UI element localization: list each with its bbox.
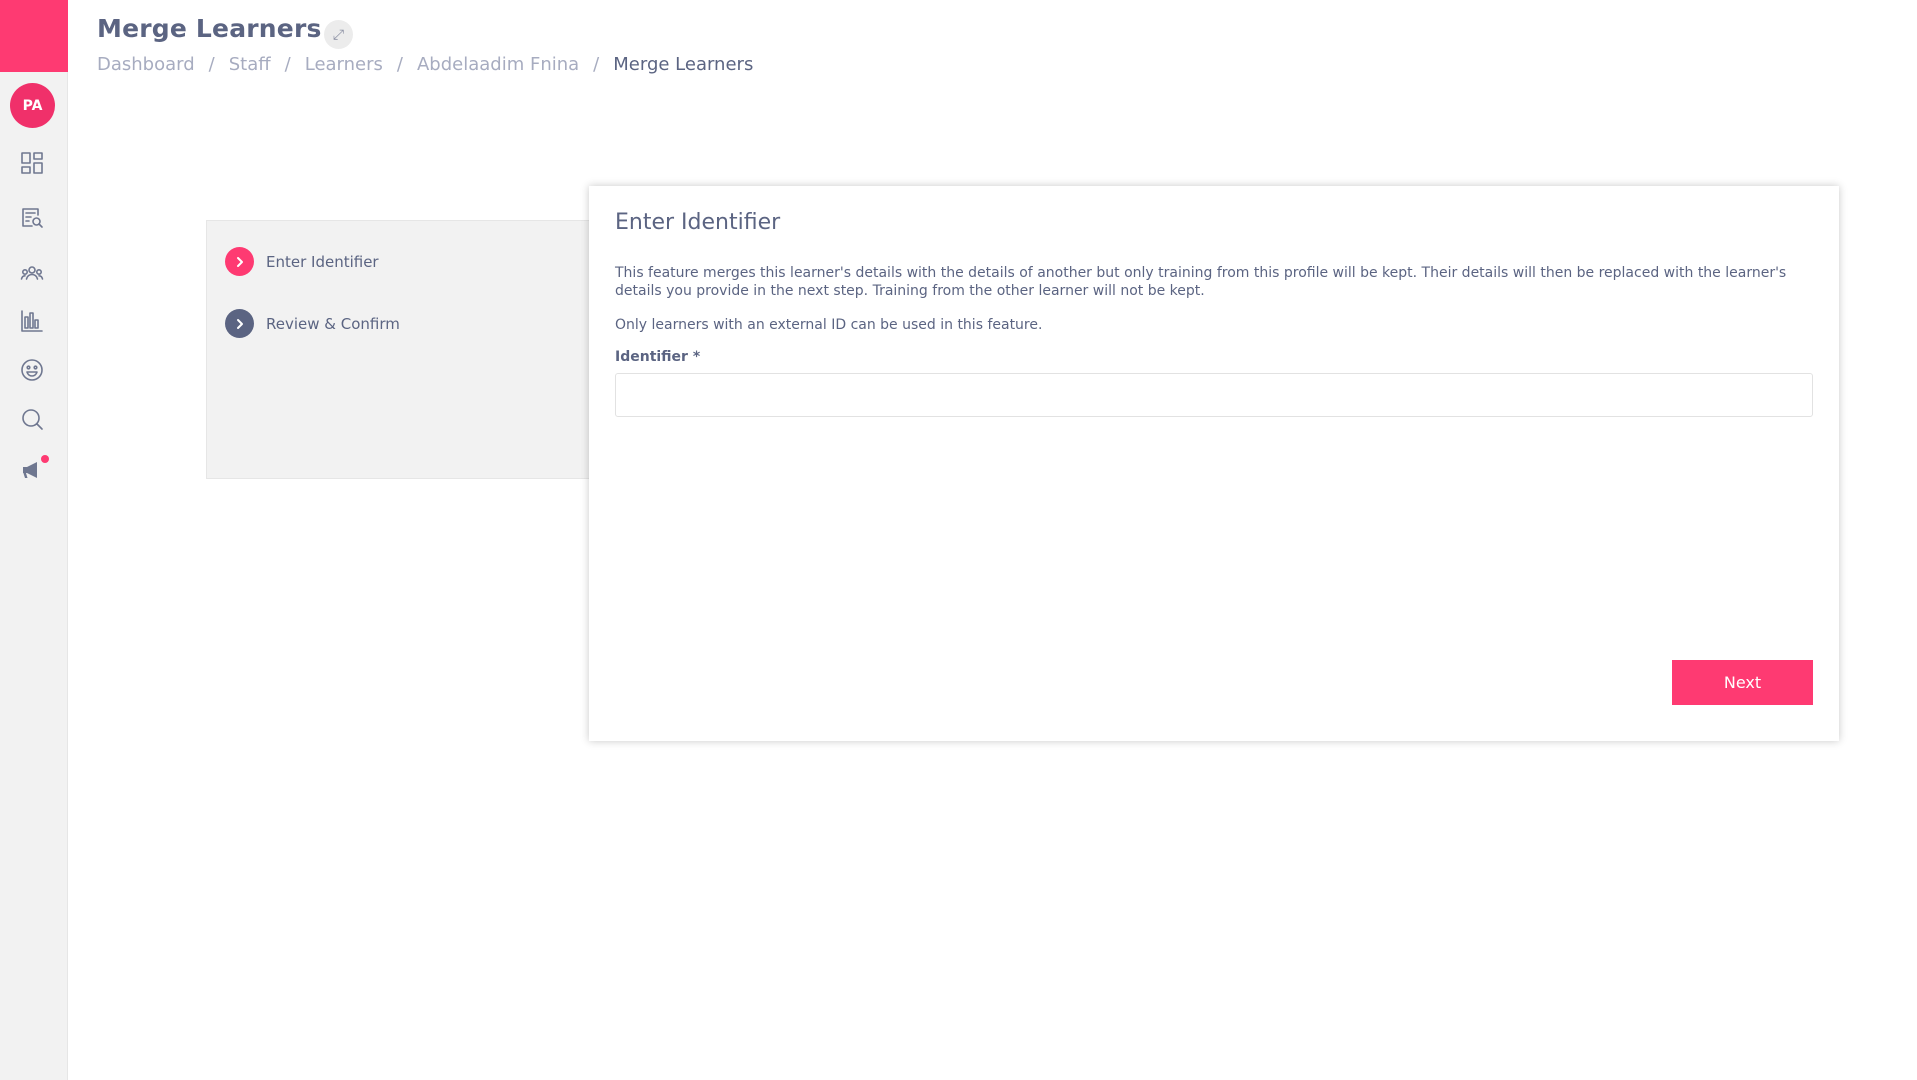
bar-chart-icon[interactable] xyxy=(18,307,46,335)
step-label: Enter Identifier xyxy=(266,252,379,271)
breadcrumb-learner-name[interactable]: Abdelaadim Fnina xyxy=(417,54,579,75)
people-icon[interactable] xyxy=(18,259,46,287)
search-icon[interactable] xyxy=(18,405,46,433)
smiley-icon[interactable] xyxy=(18,356,46,384)
breadcrumb-current: Merge Learners xyxy=(613,54,754,75)
steps-panel: Enter Identifier Review & Confirm xyxy=(206,220,590,479)
breadcrumb-staff[interactable]: Staff xyxy=(229,54,271,75)
merge-card: Enter Identifier This feature merges thi… xyxy=(589,186,1839,741)
step-label: Review & Confirm xyxy=(266,314,400,333)
megaphone-icon[interactable] xyxy=(18,455,49,484)
card-title: Enter Identifier xyxy=(615,210,781,235)
chevron-right-icon xyxy=(225,247,254,276)
expand-icon[interactable]: ⤢ xyxy=(324,20,353,49)
feature-description: This feature merges this learner's detai… xyxy=(615,265,1787,299)
feature-note: Only learners with an external ID can be… xyxy=(615,317,1043,333)
identifier-input[interactable] xyxy=(615,373,1813,417)
identifier-label: Identifier * xyxy=(615,349,701,365)
next-button[interactable]: Next xyxy=(1672,660,1813,705)
breadcrumb-dashboard[interactable]: Dashboard xyxy=(97,54,195,75)
step-review-confirm[interactable]: Review & Confirm xyxy=(225,309,400,338)
notification-dot xyxy=(41,455,49,463)
breadcrumb-separator: / xyxy=(208,54,215,75)
user-avatar[interactable]: PA xyxy=(10,83,55,128)
document-search-icon[interactable] xyxy=(18,203,46,231)
brand-logo[interactable] xyxy=(0,0,68,72)
breadcrumb: Dashboard / Staff / Learners / Abdelaadi… xyxy=(97,54,753,75)
breadcrumb-learners[interactable]: Learners xyxy=(305,54,383,75)
dashboard-icon[interactable] xyxy=(18,149,46,177)
breadcrumb-separator: / xyxy=(593,54,600,75)
breadcrumb-separator: / xyxy=(284,54,291,75)
sidebar: PA xyxy=(0,0,68,1080)
page-title: Merge Learners xyxy=(97,14,322,43)
chevron-right-icon xyxy=(225,309,254,338)
step-enter-identifier[interactable]: Enter Identifier xyxy=(225,247,379,276)
breadcrumb-separator: / xyxy=(396,54,403,75)
